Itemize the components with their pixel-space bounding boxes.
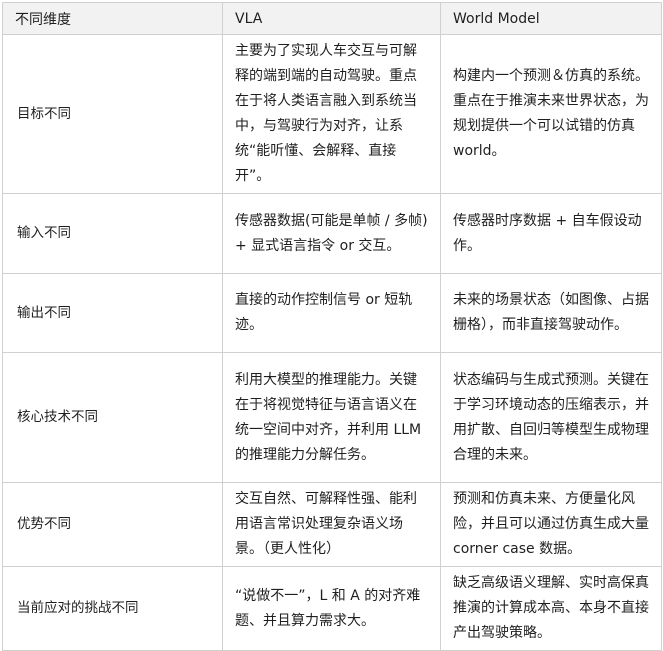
row-world-model: 预测和仿真未来、方便量化风险，并且可以通过仿真生成大量 corner case … — [440, 482, 662, 567]
row-world-model: 传感器时序数据 + 自车假设动作。 — [440, 193, 662, 274]
row-dimension: 输入不同 — [2, 193, 223, 274]
row-vla: 直接的动作控制信号 or 短轨迹。 — [222, 273, 441, 353]
row-vla: 传感器数据(可能是单帧 / 多帧) + 显式语言指令 or 交互。 — [222, 193, 441, 274]
table-row: 输出不同 直接的动作控制信号 or 短轨迹。 未来的场景状态（如图像、占据栅格）… — [2, 273, 662, 353]
row-world-model: 状态编码与生成式预测。关键在于学习环境动态的压缩表示，并用扩散、自回归等模型生成… — [440, 352, 662, 483]
row-dimension: 输出不同 — [2, 273, 223, 353]
row-dimension: 核心技术不同 — [2, 352, 223, 483]
row-dimension: 当前应对的挑战不同 — [2, 566, 223, 651]
table-row: 优势不同 交互自然、可解释性强、能利用语言常识处理复杂语义场景。（更人性化） 预… — [2, 482, 662, 567]
comparison-table: 不同维度 VLA World Model 目标不同 主要为了实现人车交互与可解释… — [2, 2, 662, 651]
table-row: 当前应对的挑战不同 “说做不一”，L 和 A 的对齐难题、并且算力需求大。 缺乏… — [2, 566, 662, 651]
row-dimension: 优势不同 — [2, 482, 223, 567]
row-dimension: 目标不同 — [2, 34, 223, 194]
table-row: 核心技术不同 利用大模型的推理能力。关键在于将视觉特征与语言语义在统一空间中对齐… — [2, 352, 662, 483]
row-vla: “说做不一”，L 和 A 的对齐难题、并且算力需求大。 — [222, 566, 441, 651]
table-row: 目标不同 主要为了实现人车交互与可解释的端到端的自动驾驶。重点在于将人类语言融入… — [2, 34, 662, 194]
header-row: 不同维度 VLA World Model — [2, 2, 662, 35]
header-vla: VLA — [222, 2, 441, 35]
header-dimension: 不同维度 — [2, 2, 223, 35]
table-row: 输入不同 传感器数据(可能是单帧 / 多帧) + 显式语言指令 or 交互。 传… — [2, 193, 662, 274]
row-vla: 主要为了实现人车交互与可解释的端到端的自动驾驶。重点在于将人类语言融入到系统当中… — [222, 34, 441, 194]
row-world-model: 缺乏高级语义理解、实时高保真推演的计算成本高、本身不直接产出驾驶策略。 — [440, 566, 662, 651]
row-world-model: 未来的场景状态（如图像、占据栅格），而非直接驾驶动作。 — [440, 273, 662, 353]
row-vla: 交互自然、可解释性强、能利用语言常识处理复杂语义场景。（更人性化） — [222, 482, 441, 567]
header-world-model: World Model — [440, 2, 662, 35]
row-world-model: 构建内一个预测＆仿真的系统。重点在于推演未来世界状态，为规划提供一个可以试错的仿… — [440, 34, 662, 194]
row-vla: 利用大模型的推理能力。关键在于将视觉特征与语言语义在统一空间中对齐，并利用 LL… — [222, 352, 441, 483]
